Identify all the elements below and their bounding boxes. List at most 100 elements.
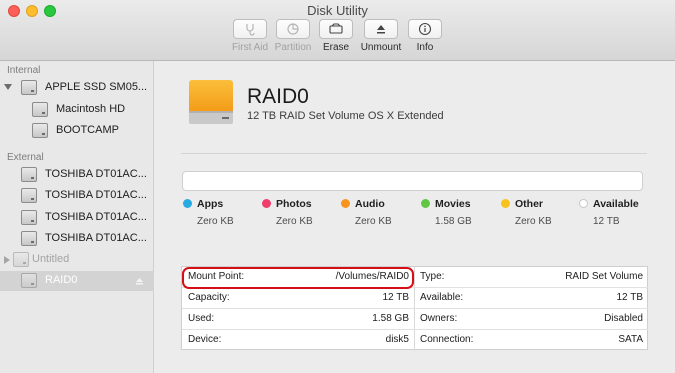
volume-icon xyxy=(21,273,37,288)
usage-category: Available xyxy=(593,198,639,210)
raid-volume-icon xyxy=(189,80,233,124)
usage-size: Zero KB xyxy=(197,216,234,227)
info-row-used: Used: 1.58 GB xyxy=(182,309,415,330)
partition-label: Partition xyxy=(274,42,312,53)
sidebar-item-label: TOSHIBA DT01AC... xyxy=(45,168,147,180)
usage-legend-available: Available 12 TB xyxy=(579,198,649,228)
usage-category: Other xyxy=(515,198,544,210)
sidebar-item-label: TOSHIBA DT01AC... xyxy=(45,211,147,223)
info-value: 1.58 GB xyxy=(372,313,409,324)
usage-category: Photos xyxy=(276,198,312,210)
mount-point-highlight xyxy=(182,267,414,289)
info-key: Connection: xyxy=(420,334,474,345)
external-disk-icon xyxy=(21,231,37,246)
unmount-label: Unmount xyxy=(360,42,402,53)
info-label: Info xyxy=(416,42,434,53)
storage-usage-bar xyxy=(182,171,643,191)
sidebar-item-toshiba-3[interactable]: TOSHIBA DT01AC... xyxy=(0,208,154,228)
usage-category: Movies xyxy=(435,198,471,210)
eject-icon[interactable] xyxy=(135,277,144,285)
info-icon xyxy=(408,19,442,39)
sidebar-item-label: Untitled xyxy=(32,253,70,265)
info-row-type: Type: RAID Set Volume xyxy=(415,267,648,288)
window-title: Disk Utility xyxy=(307,3,368,18)
info-column-right: Type: RAID Set Volume Available: 12 TB O… xyxy=(415,267,648,351)
sidebar-item-label: APPLE SSD SM05... xyxy=(45,81,148,93)
other-color-dot xyxy=(501,199,510,208)
apps-color-dot xyxy=(183,199,192,208)
info-value: SATA xyxy=(618,334,643,345)
info-value: RAID Set Volume xyxy=(565,271,643,282)
erase-label: Erase xyxy=(322,42,350,53)
sidebar-item-label: TOSHIBA DT01AC... xyxy=(45,189,147,201)
sidebar-item-label: RAID0 xyxy=(45,274,78,286)
first-aid-button[interactable]: First Aid xyxy=(227,19,273,59)
raid-set-icon xyxy=(13,252,29,267)
info-value: 12 TB xyxy=(616,292,644,303)
info-row-capacity: Capacity: 12 TB xyxy=(182,288,415,309)
unmount-button[interactable]: Unmount xyxy=(358,19,404,59)
info-key: Owners: xyxy=(420,313,458,324)
external-disk-icon xyxy=(21,210,37,225)
usage-legend-photos: Photos Zero KB xyxy=(262,198,332,228)
usage-category: Audio xyxy=(355,198,385,210)
movies-color-dot xyxy=(421,199,430,208)
sidebar-item-raid0[interactable]: RAID0 xyxy=(0,271,154,291)
info-key: Available: xyxy=(420,292,464,303)
sidebar-item-toshiba-1[interactable]: TOSHIBA DT01AC... xyxy=(0,165,154,185)
disclosure-triangle-icon[interactable] xyxy=(4,84,12,90)
disclosure-triangle-icon[interactable] xyxy=(4,256,10,264)
usage-size: Zero KB xyxy=(276,216,313,227)
sidebar-item-apple-ssd[interactable]: APPLE SSD SM05... xyxy=(0,78,154,98)
sidebar-item-label: TOSHIBA DT01AC... xyxy=(45,232,147,244)
sidebar-header-external: External xyxy=(7,152,44,163)
sidebar-item-macintosh-hd[interactable]: Macintosh HD xyxy=(0,100,154,120)
volume-icon xyxy=(32,102,48,117)
usage-legend-other: Other Zero KB xyxy=(501,198,571,228)
disk-utility-window: Disk Utility First Aid Partition Erase U… xyxy=(0,0,675,373)
partition-button[interactable]: Partition xyxy=(270,19,316,59)
info-row-available: Available: 12 TB xyxy=(415,288,648,309)
info-key: Device: xyxy=(188,334,222,345)
usage-size: Zero KB xyxy=(515,216,552,227)
external-disk-icon xyxy=(21,167,37,182)
info-value: disk5 xyxy=(385,334,409,345)
usage-size: Zero KB xyxy=(355,216,392,227)
sidebar: Internal APPLE SSD SM05... Macintosh HD … xyxy=(0,61,154,373)
title-bar: Disk Utility First Aid Partition Erase U… xyxy=(0,0,675,61)
sidebar-item-toshiba-4[interactable]: TOSHIBA DT01AC... xyxy=(0,229,154,249)
usage-legend-apps: Apps Zero KB xyxy=(183,198,253,228)
volume-description: 12 TB RAID Set Volume OS X Extended xyxy=(247,110,444,122)
section-divider xyxy=(181,153,647,154)
usage-legend-movies: Movies 1.58 GB xyxy=(421,198,491,228)
info-row-device: Device: disk5 xyxy=(182,330,415,351)
info-button[interactable]: Info xyxy=(402,19,448,59)
photos-color-dot xyxy=(262,199,271,208)
detail-pane: RAID0 12 TB RAID Set Volume OS X Extende… xyxy=(155,61,675,373)
stethoscope-icon xyxy=(233,19,267,39)
sidebar-item-toshiba-2[interactable]: TOSHIBA DT01AC... xyxy=(0,186,154,206)
sidebar-item-bootcamp[interactable]: BOOTCAMP xyxy=(0,121,154,141)
audio-color-dot xyxy=(341,199,350,208)
info-key: Used: xyxy=(188,313,215,324)
sidebar-header-internal: Internal xyxy=(7,65,41,76)
internal-disk-icon xyxy=(21,80,37,95)
volume-icon xyxy=(32,123,48,138)
erase-icon xyxy=(319,19,353,39)
usage-legend-audio: Audio Zero KB xyxy=(341,198,411,228)
info-value: Disabled xyxy=(604,313,643,324)
external-disk-icon xyxy=(21,188,37,203)
info-row-connection: Connection: SATA xyxy=(415,330,648,351)
info-row-owners: Owners: Disabled xyxy=(415,309,648,330)
usage-category: Apps xyxy=(197,198,224,210)
info-key: Capacity: xyxy=(188,292,230,303)
pie-chart-icon xyxy=(276,19,310,39)
first-aid-label: First Aid xyxy=(231,42,269,53)
sidebar-item-label: BOOTCAMP xyxy=(56,124,119,136)
sidebar-item-untitled[interactable]: Untitled xyxy=(0,250,154,270)
usage-size: 1.58 GB xyxy=(435,216,472,227)
erase-button[interactable]: Erase xyxy=(313,19,359,59)
usage-size: 12 TB xyxy=(593,216,620,227)
info-key: Type: xyxy=(420,271,445,282)
volume-name: RAID0 xyxy=(247,85,309,108)
